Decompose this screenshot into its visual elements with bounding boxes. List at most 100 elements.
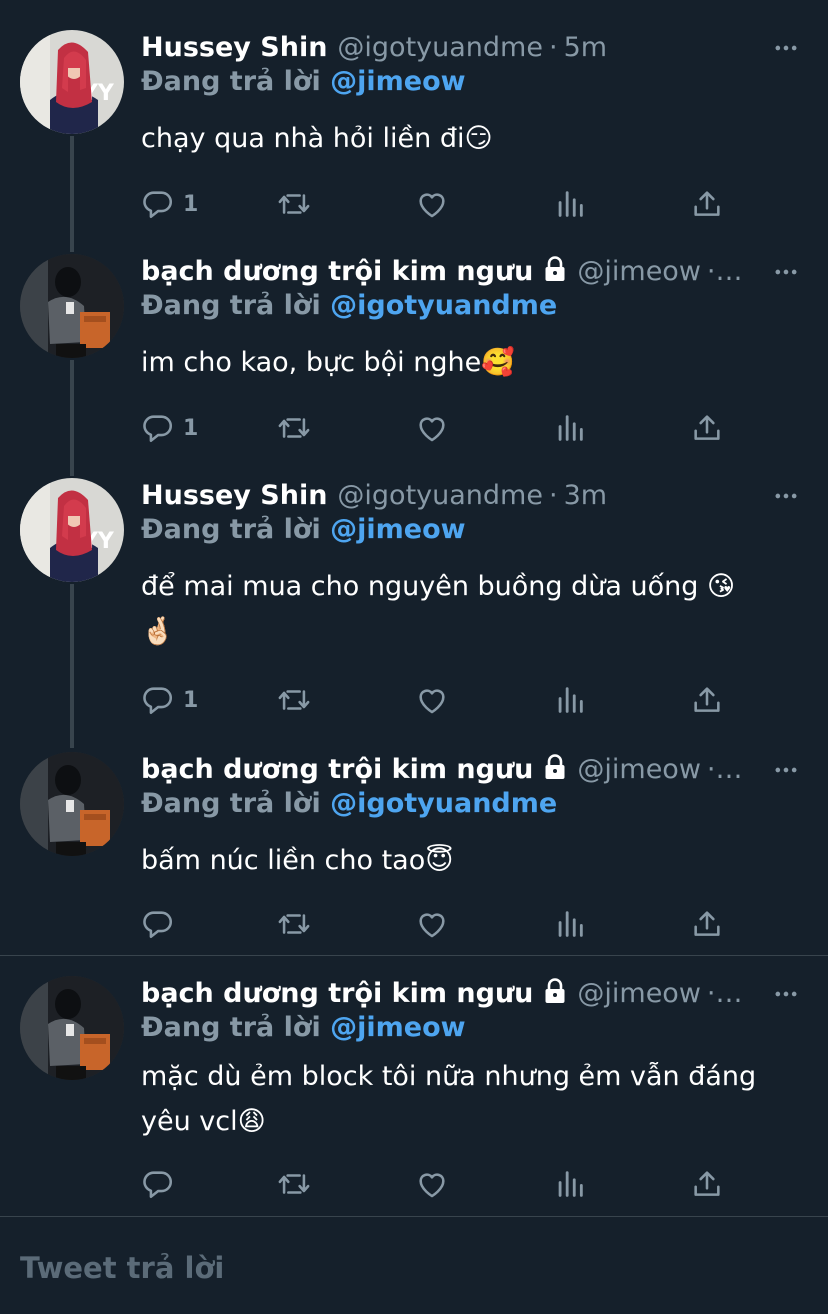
retweet-icon: [277, 1167, 311, 1201]
avatar[interactable]: [20, 752, 124, 856]
mention-link[interactable]: @igotyuandme: [330, 788, 557, 819]
tweet-text: im cho kao, bực bội nghe🥰: [141, 347, 515, 378]
replying-to-label: Đang trả lời: [141, 290, 321, 321]
like-button[interactable]: [415, 408, 449, 448]
stats-icon: [553, 907, 587, 941]
heart-icon: [415, 683, 449, 717]
more-icon[interactable]: [772, 258, 800, 286]
more-icon[interactable]: [772, 34, 800, 62]
heart-icon: [415, 907, 449, 941]
separator: ·: [548, 480, 558, 511]
mention-link[interactable]: @jimeow: [330, 66, 465, 97]
lock-icon: [543, 978, 567, 1004]
share-button[interactable]: [690, 1164, 724, 1204]
share-button[interactable]: [690, 680, 724, 720]
stats-icon: [553, 683, 587, 717]
reply-count: 1: [183, 191, 199, 217]
replying-to-label: Đang trả lời: [141, 1012, 321, 1043]
tweet[interactable]: Hussey Shin @igotyuandme · 3m Đang trả lời …: [0, 476, 828, 724]
retweet-button[interactable]: [277, 184, 311, 224]
reply-input[interactable]: [18, 1244, 802, 1292]
retweet-button[interactable]: [277, 408, 311, 448]
share-icon: [690, 1167, 724, 1201]
replying-to: Đang trả lời @jimeow: [141, 1008, 466, 1048]
user-handle[interactable]: @jimeow: [577, 978, 701, 1009]
tweet[interactable]: Hussey Shin @igotyuandme · 5m Đang trả lời …: [0, 28, 828, 228]
replying-to: Đang trả lời @jimeow: [141, 62, 466, 102]
more-icon[interactable]: [772, 980, 800, 1008]
timestamp[interactable]: 3m: [564, 480, 607, 511]
tweet-actions: 1: [141, 680, 741, 720]
retweet-button[interactable]: [277, 680, 311, 720]
mention-link[interactable]: @igotyuandme: [330, 290, 557, 321]
like-button[interactable]: [415, 184, 449, 224]
retweet-button[interactable]: [277, 904, 311, 944]
tweet[interactable]: bạch dương trội kim ngưu @jimeow ·… Đang t…: [0, 252, 828, 452]
share-button[interactable]: [690, 184, 724, 224]
retweet-icon: [277, 683, 311, 717]
like-button[interactable]: [415, 1164, 449, 1204]
lock-icon: [543, 256, 567, 282]
user-handle[interactable]: @igotyuandme: [337, 480, 543, 511]
stats-button[interactable]: [553, 408, 587, 448]
share-button[interactable]: [690, 904, 724, 944]
display-name[interactable]: Hussey Shin: [141, 32, 327, 63]
replying-to: Đang trả lời @igotyuandme: [141, 784, 557, 824]
retweet-icon: [277, 187, 311, 221]
reply-count: 1: [183, 687, 199, 713]
reply-icon: [141, 683, 175, 717]
more-icon[interactable]: [772, 482, 800, 510]
like-button[interactable]: [415, 904, 449, 944]
reply-button[interactable]: [141, 904, 175, 944]
stats-button[interactable]: [553, 184, 587, 224]
share-icon: [690, 411, 724, 445]
replying-to: Đang trả lời @jimeow: [141, 510, 466, 550]
share-icon: [690, 907, 724, 941]
reply-button[interactable]: [141, 1164, 175, 1204]
tweet[interactable]: bạch dương trội kim ngưu @jimeow ·… Đang t…: [0, 974, 828, 1214]
lock-icon: [543, 754, 567, 780]
display-name[interactable]: bạch dương trội kim ngưu: [141, 256, 533, 287]
timestamp[interactable]: 5m: [564, 32, 607, 63]
reply-button[interactable]: 1: [141, 408, 198, 448]
reply-icon: [141, 907, 175, 941]
mention-link[interactable]: @jimeow: [330, 1012, 465, 1043]
mention-link[interactable]: @jimeow: [330, 514, 465, 545]
reply-icon: [141, 187, 175, 221]
user-handle[interactable]: @jimeow: [577, 754, 701, 785]
avatar[interactable]: [20, 30, 124, 134]
user-handle[interactable]: @igotyuandme: [337, 32, 543, 63]
retweet-button[interactable]: [277, 1164, 311, 1204]
tweet-text: bấm núc liền cho tao😇: [141, 845, 454, 876]
share-icon: [690, 683, 724, 717]
reply-icon: [141, 411, 175, 445]
avatar[interactable]: [20, 254, 124, 358]
avatar[interactable]: [20, 478, 124, 582]
display-name[interactable]: bạch dương trội kim ngưu: [141, 978, 533, 1009]
stats-button[interactable]: [553, 680, 587, 720]
user-handle[interactable]: @jimeow: [577, 256, 701, 287]
avatar[interactable]: [20, 976, 124, 1080]
tweet-actions: [141, 904, 741, 944]
display-name[interactable]: Hussey Shin: [141, 480, 327, 511]
share-button[interactable]: [690, 408, 724, 448]
tweet-actions: [141, 1164, 741, 1204]
heart-icon: [415, 411, 449, 445]
reply-composer: [0, 1218, 828, 1314]
tweet-actions: 1: [141, 408, 741, 448]
divider: [0, 1216, 828, 1217]
heart-icon: [415, 187, 449, 221]
reply-button[interactable]: 1: [141, 184, 198, 224]
stats-icon: [553, 1167, 587, 1201]
stats-button[interactable]: [553, 1164, 587, 1204]
replying-to-label: Đang trả lời: [141, 514, 321, 545]
stats-button[interactable]: [553, 904, 587, 944]
replying-to: Đang trả lời @igotyuandme: [141, 286, 557, 326]
tweet[interactable]: bạch dương trội kim ngưu @jimeow ·… Đang t…: [0, 750, 828, 950]
divider: [0, 955, 828, 956]
reply-button[interactable]: 1: [141, 680, 198, 720]
display-name[interactable]: bạch dương trội kim ngưu: [141, 754, 533, 785]
like-button[interactable]: [415, 680, 449, 720]
more-icon[interactable]: [772, 756, 800, 784]
replying-to-label: Đang trả lời: [141, 66, 321, 97]
